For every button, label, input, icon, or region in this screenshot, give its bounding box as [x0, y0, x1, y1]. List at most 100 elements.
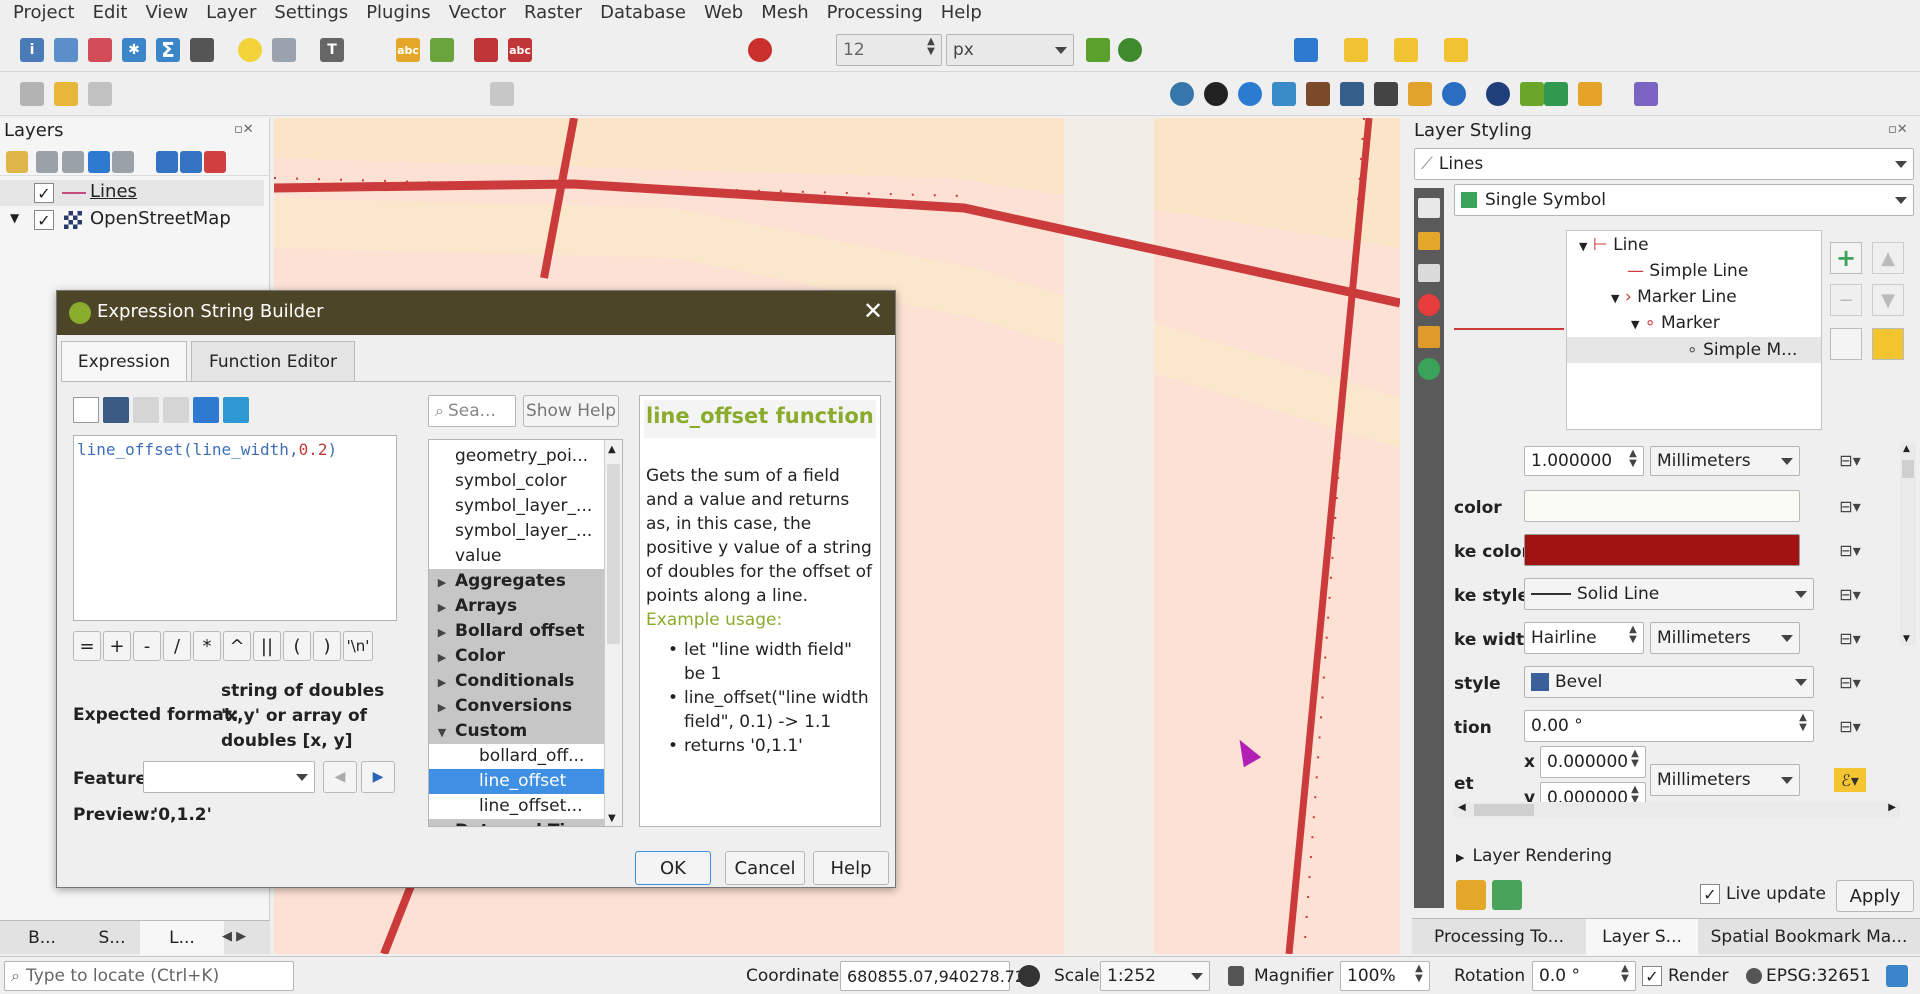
function-list-scrollbar[interactable]: ▲ ▼ — [604, 440, 622, 826]
diagrams-icon[interactable] — [1418, 326, 1440, 348]
function-item[interactable]: geometry_poi... — [429, 444, 604, 469]
offset-x-field[interactable]: 0.000000 ▲ ▼ — [1540, 746, 1646, 778]
function-group[interactable]: ▶ Bollard offset — [429, 619, 604, 644]
identify-icon[interactable]: i — [20, 38, 44, 62]
tab-processing-toolbox[interactable]: Processing To... — [1412, 919, 1586, 955]
op-power-button[interactable]: ^ — [223, 631, 251, 661]
fill-color-button[interactable] — [1524, 490, 1800, 522]
georeferencer-icon[interactable] — [1272, 82, 1296, 106]
spinner[interactable]: ▲ ▼ — [1627, 749, 1643, 775]
data-defined-override-icon[interactable]: ⊟▾ — [1834, 494, 1866, 518]
edit-icon[interactable] — [133, 397, 159, 423]
3d-view-icon[interactable] — [1418, 294, 1440, 316]
tab-function-editor[interactable]: Function Editor — [191, 341, 355, 381]
select-by-value-icon[interactable] — [1344, 38, 1368, 62]
zoom-icon[interactable] — [272, 38, 296, 62]
messages-icon[interactable] — [1886, 965, 1908, 987]
select-features-icon[interactable] — [1294, 38, 1318, 62]
filter-icon[interactable] — [88, 151, 110, 173]
op-multiply-button[interactable]: * — [193, 631, 221, 661]
font-size-field[interactable]: 12 ▲ ▼ — [836, 34, 942, 66]
label-abc-red-icon[interactable]: abc — [508, 38, 532, 62]
locator-search-input[interactable]: ⌕ Type to locate (Ctrl+K) — [4, 961, 294, 991]
deselect-icon[interactable] — [1394, 38, 1418, 62]
op-equals-button[interactable]: = — [73, 631, 101, 661]
current-edits-icon[interactable] — [20, 82, 44, 106]
coordinate-field[interactable]: 680855.07,940278.72 — [840, 961, 1025, 991]
function-item[interactable]: symbol_layer_... — [429, 519, 604, 544]
tab-browser[interactable]: B... — [0, 921, 84, 955]
earth-icon[interactable] — [1486, 82, 1510, 106]
scale-select[interactable]: 1:252 — [1100, 961, 1210, 991]
layer-osm-checkbox[interactable]: ✓ — [34, 210, 54, 230]
label-abc-icon[interactable]: abc — [396, 38, 420, 62]
settings-gear-icon[interactable]: ✱ — [122, 38, 146, 62]
menu-settings[interactable]: Settings — [265, 0, 357, 26]
spinner[interactable]: ▲ ▼ — [1617, 964, 1633, 988]
feature-select[interactable] — [143, 761, 315, 793]
data-defined-override-active-icon[interactable]: ℰ▾ — [1834, 768, 1866, 792]
scroll-down-icon[interactable]: ▼ — [1903, 634, 1910, 644]
collapse-all-icon[interactable] — [180, 151, 202, 173]
tree-item-marker[interactable]: ▼ ∘ Marker — [1631, 313, 1811, 333]
function-item[interactable]: symbol_color — [429, 469, 604, 494]
menu-vector[interactable]: Vector — [440, 0, 515, 26]
expand-all-icon[interactable] — [156, 151, 178, 173]
op-plus-button[interactable]: + — [103, 631, 131, 661]
expression-editor[interactable]: line_offset(line_width,0.2) — [73, 435, 397, 621]
snap-vertex-icon[interactable] — [1086, 38, 1110, 62]
function-group[interactable]: ▶ Color — [429, 644, 604, 669]
toggle-editing-pencil-icon[interactable] — [54, 82, 78, 106]
snap-segment-icon[interactable] — [1118, 38, 1142, 62]
tool-icon[interactable] — [1374, 82, 1398, 106]
menu-project[interactable]: Project — [4, 0, 84, 26]
scroll-left-icon[interactable]: ◀ — [1458, 802, 1466, 813]
crosshair-icon[interactable] — [1578, 82, 1602, 106]
op-newline-button[interactable]: '\n' — [343, 631, 373, 661]
stroke-color-button[interactable] — [1524, 534, 1800, 566]
spinner[interactable]: ▲ ▼ — [1795, 713, 1811, 739]
op-minus-button[interactable]: - — [133, 631, 161, 661]
layer-row-lines[interactable]: ✓ Lines — [0, 180, 264, 206]
expression-filter-icon[interactable] — [112, 151, 134, 173]
data-defined-override-icon[interactable]: ⊟▾ — [1834, 538, 1866, 562]
function-item[interactable]: line_offset — [429, 769, 604, 794]
data-defined-override-icon[interactable]: ⊟▾ — [1834, 448, 1866, 472]
add-symbol-layer-icon[interactable]: + — [1830, 242, 1862, 274]
data-defined-override-icon[interactable]: ⊟▾ — [1834, 626, 1866, 650]
cancel-button[interactable]: Cancel — [725, 851, 805, 885]
panel-close-icon[interactable]: ▫✕ — [1888, 122, 1908, 137]
duplicate-layer-icon[interactable] — [1830, 328, 1862, 360]
satellite-icon[interactable] — [1340, 82, 1364, 106]
field-calculator-icon[interactable] — [88, 38, 112, 62]
properties-scrollbar[interactable]: ▲ ▼ — [1900, 442, 1916, 646]
plugin-leaf-icon[interactable] — [1520, 82, 1544, 106]
new-file-icon[interactable] — [73, 397, 99, 423]
scroll-up-icon[interactable]: ▲ — [1903, 444, 1910, 454]
help-button[interactable]: Help — [813, 851, 889, 885]
panel-close-icon[interactable]: ▫✕ — [234, 122, 254, 137]
measure-icon[interactable] — [190, 38, 214, 62]
ok-button[interactable]: OK — [635, 851, 711, 885]
zoom-green-icon[interactable] — [1544, 82, 1568, 106]
menu-view[interactable]: View — [136, 0, 197, 26]
remove-symbol-layer-icon[interactable]: − — [1830, 284, 1862, 316]
menu-processing[interactable]: Processing — [818, 0, 932, 26]
chart-icon[interactable] — [1634, 82, 1658, 106]
tree-item-line[interactable]: ▼ ⊢ Line — [1579, 235, 1819, 255]
add-group-icon[interactable] — [36, 151, 58, 173]
map-tips-icon[interactable] — [238, 38, 262, 62]
hscrollbar-thumb[interactable] — [1474, 804, 1534, 816]
menu-database[interactable]: Database — [591, 0, 695, 26]
text-annotation-icon[interactable]: T — [320, 38, 344, 62]
spinner[interactable]: ▲ ▼ — [1625, 449, 1641, 473]
styled-layer-select[interactable]: ⟋ Lines — [1414, 148, 1914, 180]
layer-row-osm[interactable]: ▼ ✓ OpenStreetMap — [0, 207, 264, 233]
menu-mesh[interactable]: Mesh — [752, 0, 817, 26]
data-defined-override-icon[interactable]: ⊟▾ — [1834, 670, 1866, 694]
symbology-icon[interactable] — [1418, 198, 1440, 218]
visibility-eye-icon[interactable] — [62, 151, 84, 173]
tab-s[interactable]: S... — [84, 921, 140, 955]
join-style-select[interactable]: Bevel — [1524, 666, 1814, 698]
menu-raster[interactable]: Raster — [515, 0, 591, 26]
